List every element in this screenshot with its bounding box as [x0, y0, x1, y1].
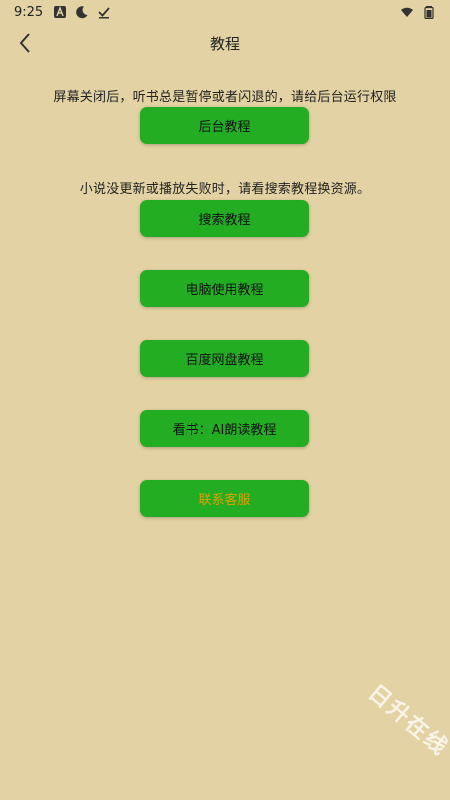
battery-icon [424, 6, 434, 19]
back-button[interactable] [10, 28, 40, 58]
checkmark-icon [98, 7, 110, 19]
header: 教程 [0, 24, 450, 62]
watermark: 日升在线 [363, 680, 450, 762]
baidu-netdisk-tutorial-button[interactable]: 百度网盘教程 [140, 340, 309, 377]
contact-support-button[interactable]: 联系客服 [140, 480, 309, 517]
status-bar: 9:25 [0, 0, 450, 24]
ai-read-tutorial-button[interactable]: 看书：AI朗读教程 [140, 410, 309, 447]
status-time: 9:25 [14, 4, 44, 20]
chevron-left-icon [19, 33, 30, 53]
background-permission-note: 屏幕关闭后，听书总是暂停或者闪退的，请给后台运行权限 [53, 90, 397, 105]
search-resource-note: 小说没更新或播放失败时，请看搜索教程换资源。 [79, 182, 371, 197]
background-tutorial-button[interactable]: 后台教程 [140, 107, 309, 144]
font-a-icon [54, 6, 67, 18]
moon-icon [76, 6, 88, 19]
page-title: 教程 [209, 34, 240, 53]
search-tutorial-button[interactable]: 搜索教程 [140, 200, 309, 237]
computer-tutorial-button[interactable]: 电脑使用教程 [140, 270, 309, 307]
status-icons-right [400, 5, 436, 19]
wifi-icon [401, 7, 413, 17]
status-icons-left [53, 5, 111, 19]
